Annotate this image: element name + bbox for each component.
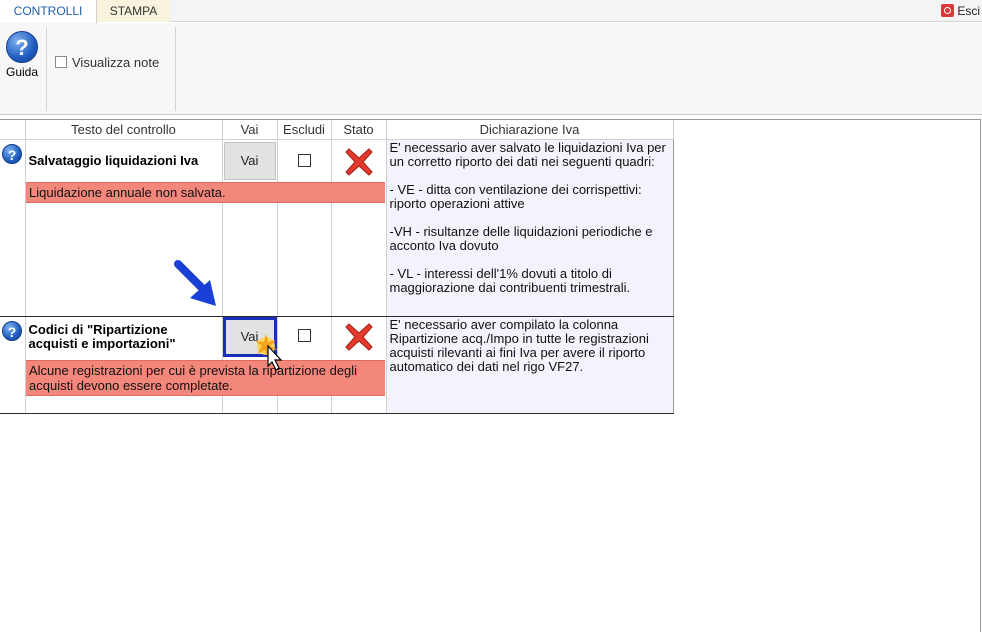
exit-label: Esci xyxy=(957,4,980,18)
visualizza-note-label: Visualizza note xyxy=(72,55,160,70)
header-stato: Stato xyxy=(331,120,387,140)
ribbon: ? Guida Visualizza note xyxy=(0,23,982,115)
help-icon[interactable]: ? xyxy=(2,321,22,341)
annotation-arrow-icon xyxy=(174,260,216,306)
ribbon-separator xyxy=(175,27,176,111)
guida-label: Guida xyxy=(5,65,39,79)
dichiarazione-text: E' necessario aver compilato la colonna … xyxy=(389,317,649,374)
visualizza-note-toggle[interactable]: Visualizza note xyxy=(55,55,159,70)
header-escludi: Escludi xyxy=(277,120,332,140)
table-header: Testo del controllo Vai Escludi Stato Di… xyxy=(0,120,674,140)
control-title: Salvataggio liquidazioni Iva xyxy=(28,153,199,168)
ribbon-separator xyxy=(46,27,47,111)
escludi-checkbox[interactable] xyxy=(297,329,311,342)
vai-button[interactable]: Vai xyxy=(223,142,276,180)
tab-stampa[interactable]: STAMPA xyxy=(97,0,170,22)
error-x-icon xyxy=(344,323,373,351)
tab-controlli[interactable]: CONTROLLI xyxy=(0,0,97,23)
error-message: Liquidazione annuale non salvata. xyxy=(26,182,385,203)
help-icon[interactable]: ? xyxy=(2,144,22,164)
power-icon xyxy=(941,4,955,17)
table-row: ? Salvataggio liquidazioni Iva Vai E' ne… xyxy=(0,139,674,317)
dichiarazione-text: E' necessario aver salvato le liquidazio… xyxy=(389,140,666,295)
visualizza-note-checkbox[interactable] xyxy=(55,56,67,68)
header-vai: Vai xyxy=(222,120,278,140)
header-dichiarazione: Dichiarazione Iva xyxy=(386,120,674,140)
tab-bar: CONTROLLI STAMPA Esci xyxy=(0,0,982,23)
error-message: Alcune registrazioni per cui è prevista … xyxy=(26,360,385,396)
error-x-icon xyxy=(344,148,373,176)
header-testo: Testo del controllo xyxy=(25,120,223,140)
click-cursor-icon xyxy=(255,334,283,371)
help-icon: ? xyxy=(6,31,38,63)
guida-button[interactable]: ? Guida xyxy=(2,31,42,79)
exit-button[interactable]: Esci xyxy=(941,3,980,19)
header-help xyxy=(0,120,26,140)
escludi-checkbox[interactable] xyxy=(297,154,311,167)
controls-panel: Testo del controllo Vai Escludi Stato Di… xyxy=(0,119,981,632)
control-title: Codici di "Ripartizione acquisti e impor… xyxy=(28,322,176,351)
